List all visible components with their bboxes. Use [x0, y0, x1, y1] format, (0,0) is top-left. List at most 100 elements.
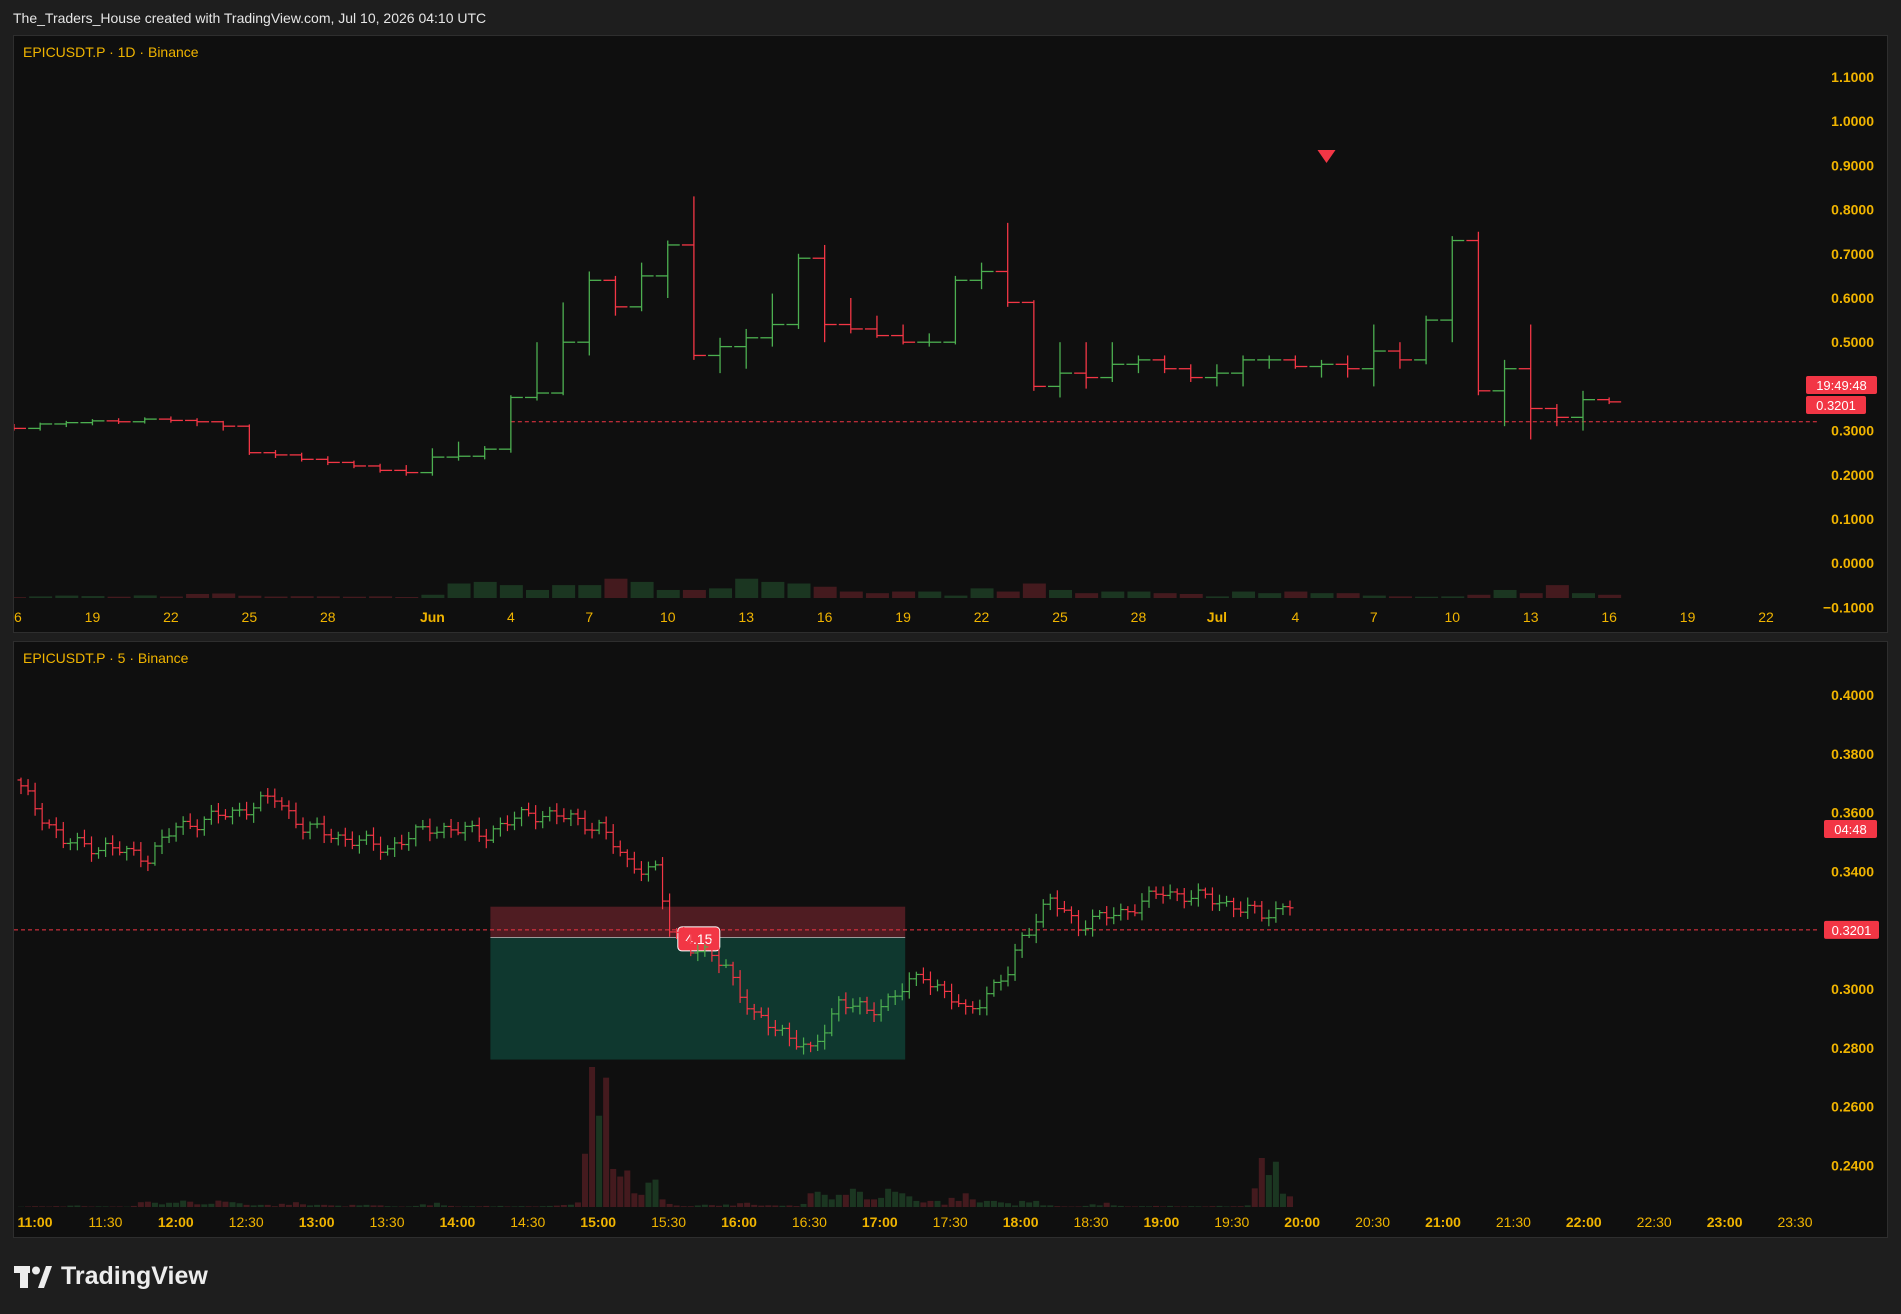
- symbol-legend-5m[interactable]: EPICUSDT.P · 5 · Binance: [23, 650, 188, 666]
- symbol-legend-daily[interactable]: EPICUSDT.P · 1D · Binance: [23, 44, 199, 60]
- volume-bar: [793, 1206, 800, 1207]
- price-axis-label: 0.1000: [1831, 511, 1874, 527]
- volume-bar: [673, 1205, 680, 1207]
- price-axis-label: 0.3600: [1831, 805, 1874, 821]
- ohlc-bar: [28, 422, 53, 431]
- ohlc-bar: [447, 818, 455, 838]
- price-axis-label: 0.2400: [1831, 1157, 1874, 1173]
- volume-bar: [1244, 1205, 1251, 1207]
- volume-bar: [473, 581, 497, 598]
- price-axis-label: 0.0000: [1831, 555, 1874, 571]
- price-axis-label: 0.3800: [1831, 746, 1874, 762]
- volume-bar: [1089, 1204, 1096, 1207]
- ohlc-bar: [1361, 324, 1386, 387]
- ohlc-bar: [264, 788, 272, 804]
- volume-bar: [307, 1205, 314, 1207]
- volume-bar: [1167, 1205, 1174, 1207]
- volume-bar: [814, 1191, 821, 1207]
- volume-bar: [813, 586, 837, 598]
- ohlc-bar: [1201, 887, 1209, 899]
- volume-bar: [969, 1199, 976, 1207]
- ohlc-bar: [52, 817, 60, 839]
- volume-bar: [1096, 1205, 1103, 1207]
- ohlc-bar: [221, 809, 229, 820]
- ohlc-bar: [185, 418, 210, 427]
- ohlc-bar: [551, 302, 576, 396]
- ohlc-bar: [1110, 907, 1118, 925]
- time-axis-label: 11:30: [88, 1214, 122, 1230]
- ohlc-bar: [461, 821, 469, 841]
- ohlc-bar: [1173, 888, 1181, 902]
- ohlc-bar: [31, 782, 39, 816]
- volume-bar: [1572, 593, 1595, 598]
- volume-bar: [1019, 1200, 1026, 1207]
- volume-bar: [1127, 591, 1151, 598]
- ohlc-bar: [341, 460, 366, 469]
- ohlc-bar: [130, 841, 138, 856]
- ohlc-bar: [1208, 887, 1216, 911]
- volume-bar: [271, 1206, 278, 1207]
- volume-bar: [638, 1194, 645, 1207]
- ohlc-bar: [271, 788, 279, 808]
- intraday-chart-pane[interactable]: EPICUSDT.P · 5 · Binance 4.15 0.4000 0.380…: [13, 641, 1888, 1238]
- volume-bar: [1124, 1206, 1131, 1207]
- volume-bar: [1049, 589, 1072, 598]
- time-axis-label: 15:30: [651, 1214, 686, 1230]
- ohlc-bar: [158, 829, 166, 855]
- volume-bar: [694, 1205, 701, 1207]
- volume-bar: [948, 1197, 955, 1207]
- volume-bar: [455, 1206, 462, 1207]
- volume-bar: [708, 1205, 715, 1207]
- volume-bar: [1146, 1206, 1152, 1207]
- volume-bar: [842, 1194, 849, 1207]
- volume-bar: [1138, 1206, 1145, 1207]
- ohlc-bar: [106, 418, 131, 424]
- volume-bar: [321, 1204, 328, 1207]
- volume-bar: [1195, 1206, 1202, 1207]
- ohlc-bar: [229, 807, 236, 825]
- volume-bar: [1519, 593, 1543, 598]
- ohlc-bar: [644, 861, 652, 882]
- ohlc-bar: [891, 324, 916, 345]
- time-axis-label: 23:30: [1777, 1214, 1812, 1230]
- volume-bar: [652, 1179, 659, 1207]
- volume-bar: [1209, 1206, 1216, 1207]
- volume-bar: [250, 1205, 257, 1207]
- ohlc-bar: [1032, 913, 1040, 944]
- time-axis-label: 16:00: [721, 1214, 757, 1230]
- ohlc-bar: [243, 801, 251, 820]
- ohlc-bar: [1048, 342, 1072, 398]
- volume-bar: [314, 1204, 321, 1207]
- ohlc-bar: [567, 809, 575, 827]
- volume-bar: [187, 1201, 194, 1207]
- time-axis-label: 28: [320, 609, 336, 625]
- volume-bar: [1026, 1202, 1033, 1207]
- volume-bar: [504, 1206, 511, 1207]
- volume-bar: [292, 1202, 299, 1207]
- daily-chart-canvas[interactable]: 1.1000 1.0000 0.9000 0.8000 0.7000 0.6000 0.50…: [14, 36, 1888, 633]
- time-axis-label: 4: [507, 609, 515, 625]
- volume-bar: [656, 589, 680, 598]
- volume-bar: [659, 1199, 666, 1207]
- volume-bar: [730, 1205, 737, 1207]
- daily-chart-pane[interactable]: EPICUSDT.P · 1D · Binance 1.1000 1.0000 0.…: [13, 35, 1888, 633]
- intraday-chart-canvas[interactable]: 4.15 0.4000 0.3800 0.3600 0.3400 0.3000 0.2800…: [14, 642, 1888, 1238]
- ohlc-bar: [577, 271, 602, 356]
- volume-bar: [567, 1204, 574, 1207]
- time-axis-label: 18:00: [1003, 1214, 1039, 1230]
- ohlc-bar: [595, 819, 603, 835]
- ohlc-bar: [95, 847, 103, 859]
- ohlc-bar: [1021, 300, 1046, 391]
- ohlc-bar: [14, 423, 26, 431]
- volume-bar: [1467, 594, 1491, 598]
- ohlc-bar: [377, 836, 385, 860]
- volume-bar: [412, 1205, 419, 1207]
- ohlc-bar: [955, 994, 963, 1008]
- ohlc-bar: [1100, 342, 1125, 382]
- ohlc-bar: [983, 986, 991, 1016]
- ohlc-bar: [299, 817, 307, 840]
- ohlc-bar: [144, 855, 152, 872]
- ohlc-bar: [1004, 966, 1012, 987]
- volume-bar: [395, 597, 419, 598]
- volume-bar: [1441, 596, 1465, 598]
